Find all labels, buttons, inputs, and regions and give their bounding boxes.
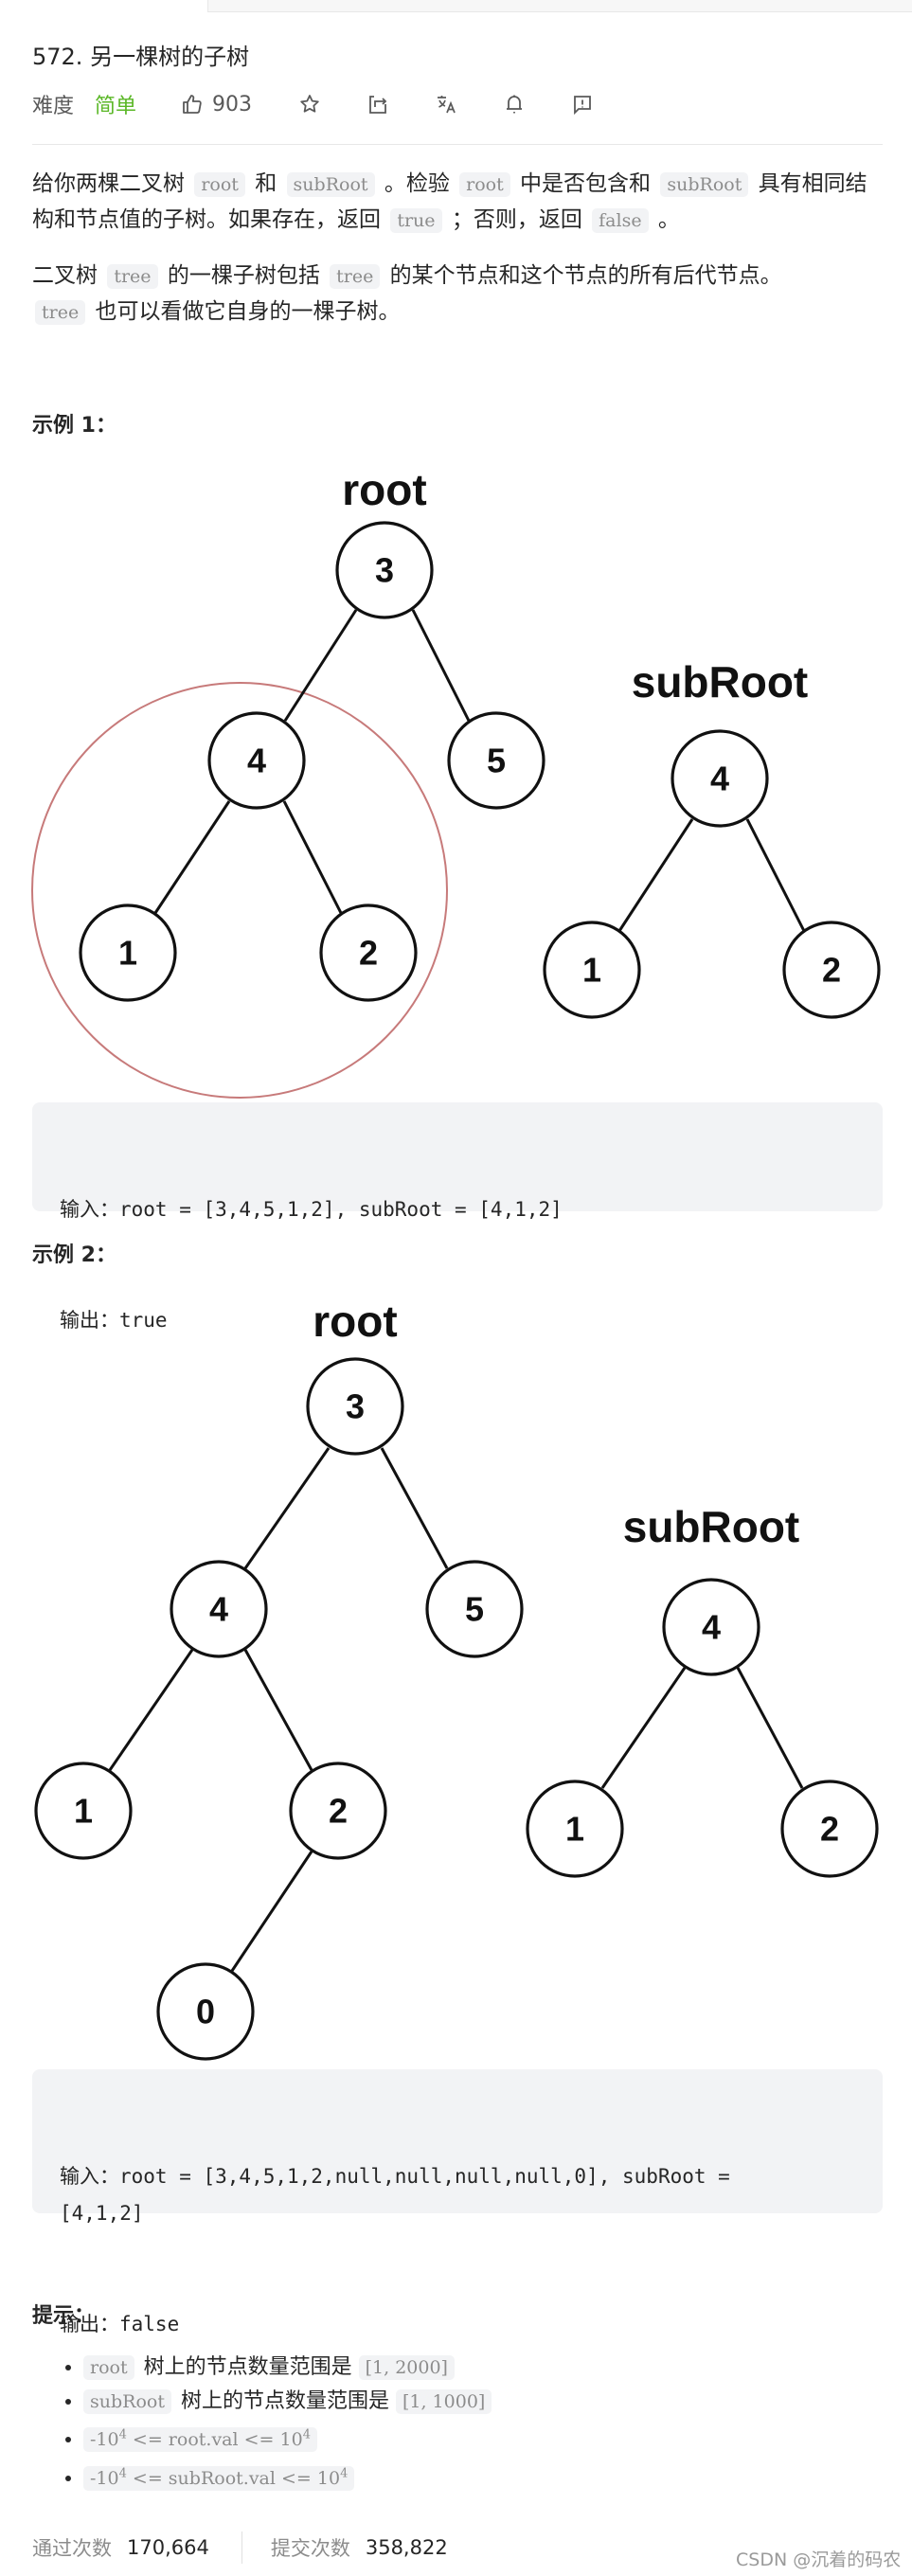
tree-node-value: 2	[820, 1810, 839, 1849]
tree-node-value: 4	[247, 742, 266, 780]
stats-divider	[241, 2531, 242, 2564]
root-label: root	[342, 465, 426, 514]
tree-edge	[108, 1649, 194, 1771]
hint-code-part: <= subRoot.val <= 10	[126, 2467, 341, 2489]
subroot-tree: subRoot 4 1 2	[526, 1502, 879, 1878]
hint-code: subRoot	[83, 2389, 171, 2414]
tree-node-value: 2	[359, 934, 378, 973]
tree-edge	[243, 1649, 313, 1771]
hint-code: -104 <= root.val <= 104	[83, 2427, 317, 2453]
tree-edge	[600, 1667, 687, 1789]
hint-code-sup: 4	[118, 2428, 127, 2442]
tree-node-value: 1	[118, 934, 137, 973]
example-2-diagram: root 3 4 5 1 2 0 subRoot 4 1 2	[34, 1297, 879, 2061]
tree-node-value: 1	[565, 1810, 584, 1849]
accepted-count: 170,664	[127, 2536, 209, 2559]
hint-code-sup: 4	[302, 2428, 311, 2442]
hints-title: 提示：	[32, 2304, 96, 2328]
tree-node-value: 1	[582, 951, 601, 990]
hint-text: 树上的节点数量范围是	[136, 2355, 359, 2379]
hint-code-part: -10	[90, 2429, 119, 2451]
tree-node-value: 4	[710, 760, 729, 798]
hint-code: [1, 2000]	[358, 2355, 455, 2380]
submissions-label: 提交次数	[270, 2537, 350, 2560]
tree-node-value: 0	[196, 1993, 215, 2031]
tree-edge	[282, 800, 343, 914]
hint-code: -104 <= subRoot.val <= 104	[83, 2465, 355, 2491]
hint-code-sup: 4	[118, 2466, 127, 2481]
hints-list: root 树上的节点数量范围是 [1, 2000] subRoot 树上的节点数…	[57, 2351, 494, 2496]
tree-node-value: 5	[487, 742, 506, 780]
hint-item: root 树上的节点数量范围是 [1, 2000]	[83, 2351, 494, 2385]
tree-edge	[153, 800, 231, 914]
root-label: root	[313, 1297, 397, 1346]
example-2-output: 输出：false	[60, 2313, 180, 2335]
tree-node-value: 4	[209, 1590, 228, 1629]
submissions-count: 358,822	[365, 2536, 448, 2559]
submission-stats: 通过次数 170,664 提交次数 358,822	[32, 2531, 448, 2564]
hint-code: [1, 1000]	[395, 2389, 492, 2414]
tree-edge	[243, 1447, 331, 1569]
tree-node-value: 3	[346, 1387, 365, 1426]
hint-code-part: <= root.val <= 10	[126, 2429, 303, 2451]
subroot-tree: subRoot 4 1 2	[543, 657, 881, 1019]
example-1-code: 输入：root = [3,4,5,1,2], subRoot = [4,1,2]…	[32, 1102, 883, 1332]
tree-node-value: 2	[329, 1792, 348, 1831]
hint-item: -104 <= subRoot.val <= 104	[83, 2457, 494, 2495]
hint-text: 树上的节点数量范围是	[173, 2389, 396, 2413]
example-1-input: 输入：root = [3,4,5,1,2], subRoot = [4,1,2]	[60, 1198, 563, 1221]
tree-edge	[411, 609, 471, 722]
accepted-label: 通过次数	[32, 2537, 112, 2560]
tree-node-value: 4	[702, 1608, 721, 1647]
example-2-input: 输入：root = [3,4,5,1,2,null,null,null,null…	[60, 2165, 730, 2225]
hint-code-sup: 4	[340, 2466, 349, 2481]
example-2-title: 示例 2：	[32, 1243, 116, 1267]
subroot-label: subRoot	[623, 1502, 800, 1551]
example-1-diagram: root 3 4 5 1 2 subRoot 4 1 2	[31, 465, 881, 1099]
hint-item: subRoot 树上的节点数量范围是 [1, 1000]	[83, 2385, 494, 2419]
csdn-watermark: CSDN @沉着的码农	[736, 2549, 902, 2570]
root-tree: root 3 4 5 1 2	[79, 465, 545, 1002]
example-2-code: 输入：root = [3,4,5,1,2,null,null,null,null…	[32, 2069, 883, 2335]
hint-code: root	[83, 2355, 134, 2380]
tree-edge	[736, 1667, 804, 1789]
hint-code-part: -10	[90, 2467, 119, 2489]
tree-edge	[745, 818, 806, 932]
tree-node-value: 2	[822, 951, 841, 990]
tree-edge	[380, 1447, 449, 1569]
tree-node-value: 5	[465, 1590, 484, 1629]
subroot-label: subRoot	[632, 657, 809, 707]
tree-node-value: 1	[74, 1792, 93, 1831]
root-tree: root 3 4 5 1 2 0	[34, 1297, 524, 2061]
tree-node-value: 3	[375, 551, 394, 590]
tree-edge	[617, 818, 694, 932]
hint-item: -104 <= root.val <= 104	[83, 2419, 494, 2457]
tree-edge	[283, 609, 358, 722]
tree-edge	[230, 1851, 313, 1972]
